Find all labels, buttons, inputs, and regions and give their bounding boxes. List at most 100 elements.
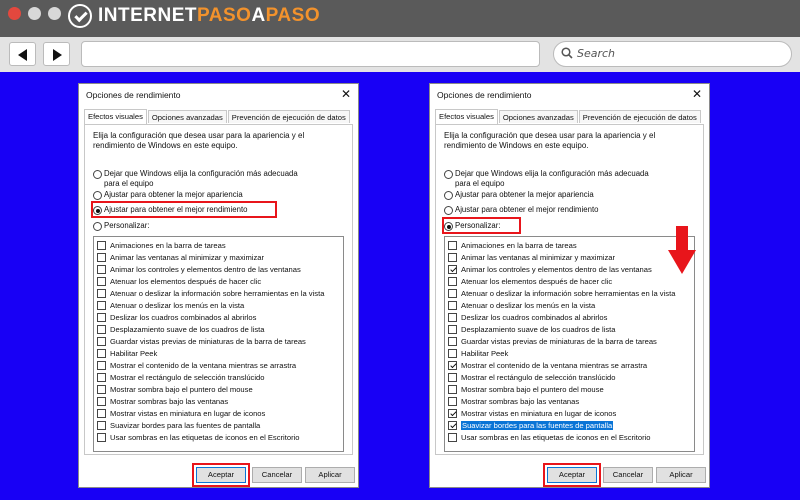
list-item[interactable]: Mostrar vistas en miniatura en lugar de … (448, 409, 616, 418)
checkbox[interactable] (97, 241, 106, 250)
checkbox[interactable] (97, 289, 106, 298)
list-item[interactable]: Desplazamiento suave de los cuadros de l… (97, 325, 265, 334)
list-item[interactable]: Deslizar los cuadros combinados al abrir… (448, 313, 607, 322)
radio-button[interactable] (444, 191, 453, 200)
visual-effects-list[interactable]: Animaciones en la barra de tareas Animar… (93, 236, 344, 452)
checkbox[interactable] (97, 385, 106, 394)
list-item[interactable]: Animar las ventanas al minimizar y maxim… (448, 253, 615, 262)
radio-button[interactable] (93, 222, 102, 231)
radio-best-appearance[interactable]: Ajustar para obtener la mejor apariencia (93, 190, 243, 200)
radio-let-windows-choose[interactable]: Dejar que Windows elija la configuración… (444, 169, 659, 189)
radio-best-appearance[interactable]: Ajustar para obtener la mejor apariencia (444, 190, 594, 200)
checkbox[interactable] (448, 301, 457, 310)
checkbox[interactable] (448, 421, 457, 430)
list-item[interactable]: Animar los controles y elementos dentro … (97, 265, 301, 274)
list-item[interactable]: Deslizar los cuadros combinados al abrir… (97, 313, 256, 322)
list-item[interactable]: Mostrar el contenido de la ventana mient… (97, 361, 296, 370)
close-icon[interactable]: ✕ (341, 87, 351, 101)
checkbox[interactable] (97, 301, 106, 310)
list-item[interactable]: Mostrar vistas en miniatura en lugar de … (97, 409, 265, 418)
checkbox[interactable] (97, 433, 106, 442)
checkbox[interactable] (448, 337, 457, 346)
list-item[interactable]: Atenuar los elementos después de hacer c… (97, 277, 261, 286)
checkbox[interactable] (448, 325, 457, 334)
list-item[interactable]: Atenuar o deslizar los menús en la vista (97, 301, 244, 310)
checkbox[interactable] (97, 361, 106, 370)
list-item[interactable]: Atenuar los elementos después de hacer c… (448, 277, 612, 286)
tab-advanced-options[interactable]: Opciones avanzadas (498, 110, 578, 123)
apply-button[interactable]: Aplicar (305, 467, 355, 483)
cancel-button[interactable]: Cancelar (252, 467, 302, 483)
forward-button[interactable] (43, 42, 70, 66)
maximize-window-icon[interactable] (48, 7, 61, 20)
checkbox[interactable] (97, 313, 106, 322)
list-item[interactable]: Atenuar o deslizar los menús en la vista (448, 301, 595, 310)
checkbox[interactable] (448, 313, 457, 322)
checkbox[interactable] (448, 253, 457, 262)
list-item[interactable]: Mostrar el rectángulo de selección trans… (448, 373, 616, 382)
checkbox[interactable] (97, 325, 106, 334)
radio-best-performance[interactable]: Ajustar para obtener el mejor rendimient… (444, 205, 598, 215)
tab-data-execution-prevention[interactable]: Prevención de ejecución de datos (578, 110, 701, 123)
tab-visual-effects[interactable]: Efectos visuales (435, 109, 498, 124)
tab-data-execution-prevention[interactable]: Prevención de ejecución de datos (227, 110, 350, 123)
checkbox[interactable] (97, 397, 106, 406)
checkbox[interactable] (97, 253, 106, 262)
search-input[interactable]: Search (553, 41, 792, 67)
tab-visual-effects[interactable]: Efectos visuales (84, 109, 147, 124)
checkbox[interactable] (97, 349, 106, 358)
checkbox[interactable] (448, 397, 457, 406)
checkbox[interactable] (448, 361, 457, 370)
checkbox[interactable] (97, 265, 106, 274)
visual-effects-list[interactable]: Animaciones en la barra de tareas Animar… (444, 236, 695, 452)
address-bar[interactable] (81, 41, 540, 67)
list-item[interactable]: Mostrar sombras bajo las ventanas (97, 397, 228, 406)
list-item[interactable]: Mostrar sombra bajo el puntero del mouse (97, 385, 253, 394)
radio-let-windows-choose[interactable]: Dejar que Windows elija la configuración… (93, 169, 308, 189)
close-icon[interactable]: ✕ (692, 87, 702, 101)
list-item[interactable]: Animaciones en la barra de tareas (448, 241, 577, 250)
radio-button[interactable] (444, 206, 453, 215)
list-item[interactable]: Habilitar Peek (448, 349, 508, 358)
checkbox[interactable] (97, 337, 106, 346)
list-item[interactable]: Mostrar sombra bajo el puntero del mouse (448, 385, 604, 394)
checkbox[interactable] (448, 373, 457, 382)
checkbox[interactable] (97, 421, 106, 430)
list-item[interactable]: Mostrar el rectángulo de selección trans… (97, 373, 265, 382)
checkbox[interactable] (448, 265, 457, 274)
radio-button[interactable] (93, 170, 102, 179)
radio-button[interactable] (444, 170, 453, 179)
list-item[interactable]: Atenuar o deslizar la información sobre … (448, 289, 675, 298)
list-item[interactable]: Usar sombras en las etiquetas de iconos … (97, 433, 300, 442)
tab-advanced-options[interactable]: Opciones avanzadas (147, 110, 227, 123)
list-item[interactable]: Animar las ventanas al minimizar y maxim… (97, 253, 264, 262)
checkbox[interactable] (97, 409, 106, 418)
radio-custom[interactable]: Personalizar: (93, 221, 150, 231)
list-item[interactable]: Habilitar Peek (97, 349, 157, 358)
cancel-button[interactable]: Cancelar (603, 467, 653, 483)
radio-button[interactable] (93, 191, 102, 200)
back-button[interactable] (9, 42, 36, 66)
list-item[interactable]: Guardar vistas previas de miniaturas de … (97, 337, 306, 346)
list-item[interactable]: Usar sombras en las etiquetas de iconos … (448, 433, 651, 442)
list-item[interactable]: Mostrar el contenido de la ventana mient… (448, 361, 647, 370)
list-item[interactable]: Animar los controles y elementos dentro … (448, 265, 652, 274)
checkbox[interactable] (448, 409, 457, 418)
checkbox[interactable] (448, 349, 457, 358)
list-item[interactable]: Suavizar bordes para las fuentes de pant… (97, 421, 260, 430)
minimize-window-icon[interactable] (28, 7, 41, 20)
checkbox[interactable] (97, 277, 106, 286)
checkbox[interactable] (448, 433, 457, 442)
list-item[interactable]: Mostrar sombras bajo las ventanas (448, 397, 579, 406)
close-window-icon[interactable] (8, 7, 21, 20)
list-item[interactable]: Guardar vistas previas de miniaturas de … (448, 337, 657, 346)
checkbox[interactable] (448, 241, 457, 250)
list-item[interactable]: Atenuar o deslizar la información sobre … (97, 289, 324, 298)
apply-button[interactable]: Aplicar (656, 467, 706, 483)
list-item[interactable]: Suavizar bordes para las fuentes de pant… (448, 421, 614, 430)
list-item[interactable]: Animaciones en la barra de tareas (97, 241, 226, 250)
checkbox[interactable] (448, 385, 457, 394)
checkbox[interactable] (448, 277, 457, 286)
checkbox[interactable] (448, 289, 457, 298)
checkbox[interactable] (97, 373, 106, 382)
